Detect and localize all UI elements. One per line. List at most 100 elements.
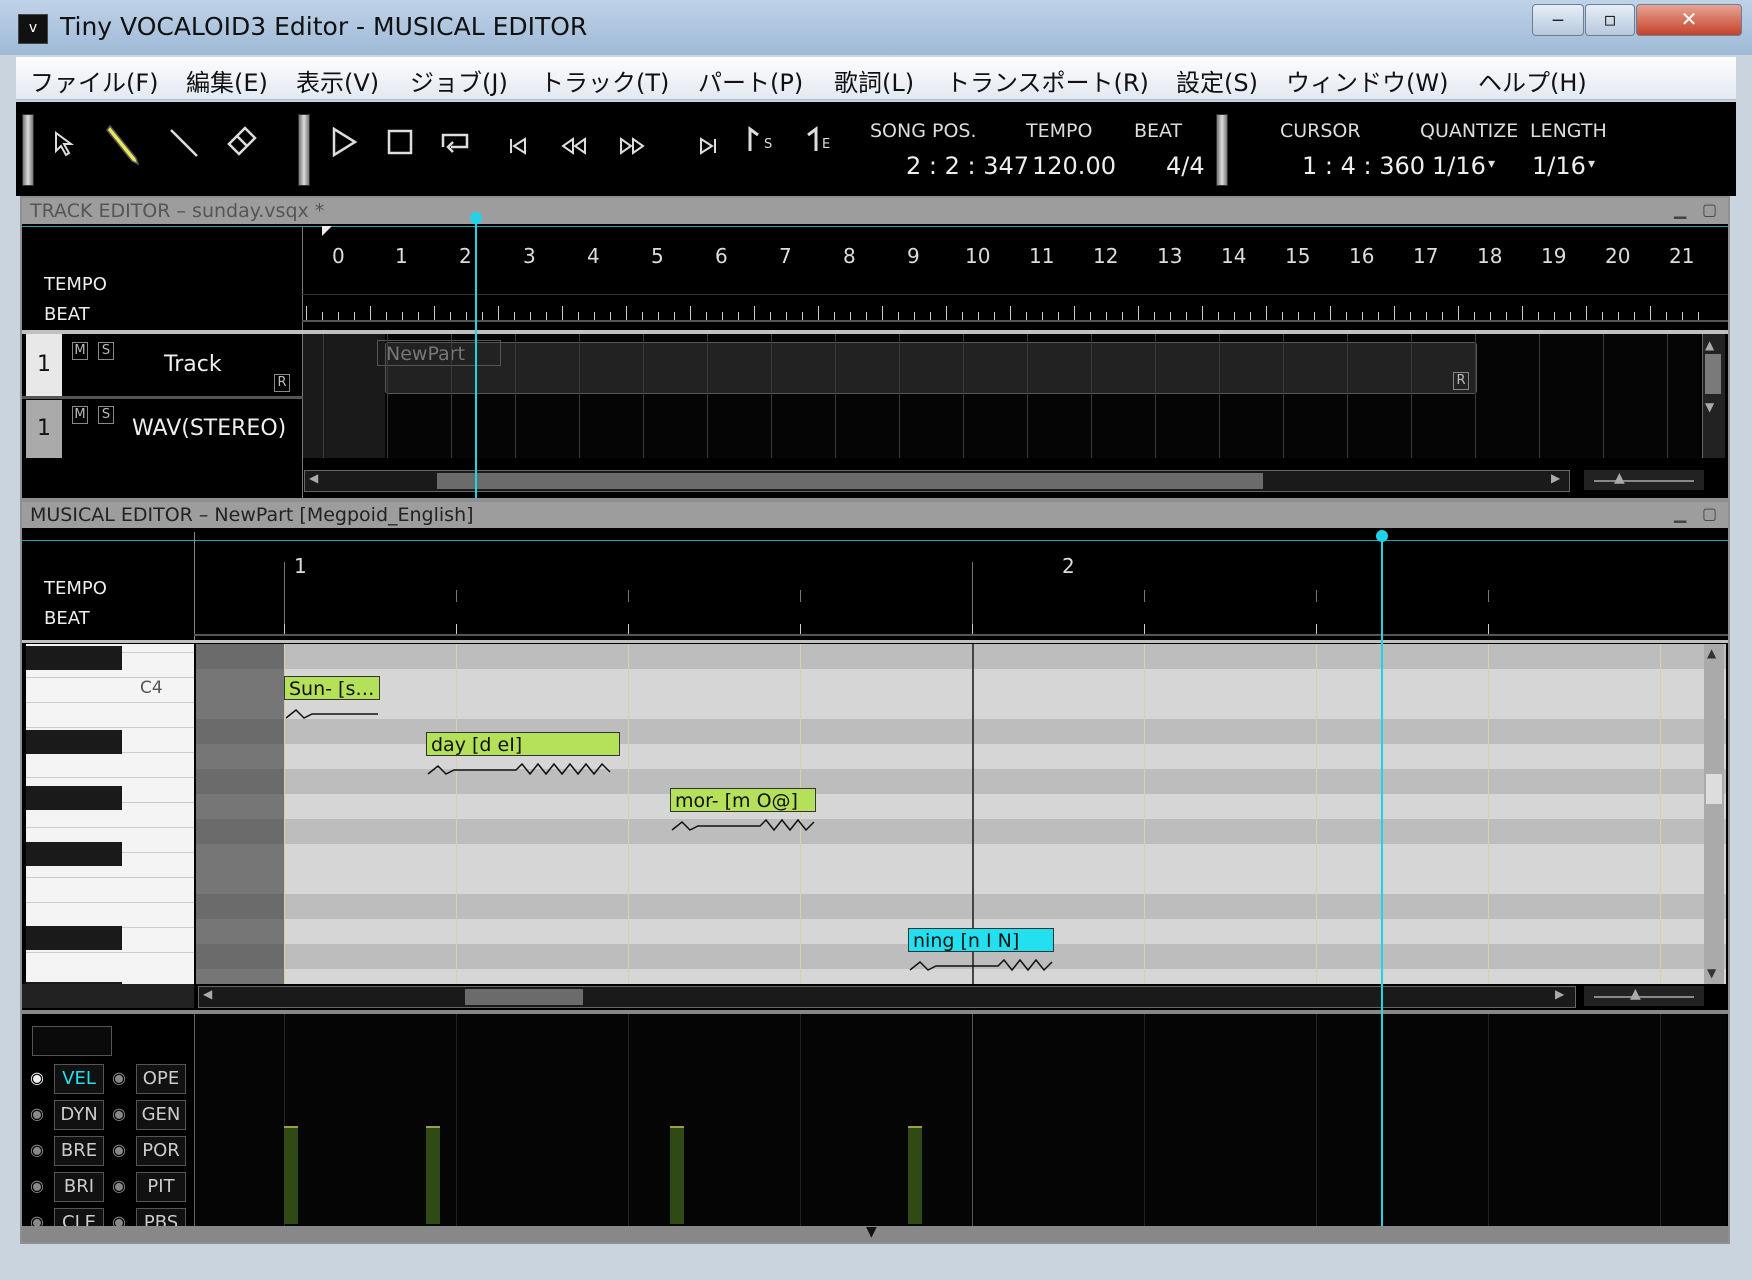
eye-ope-icon[interactable]: ◉ bbox=[112, 1068, 126, 1087]
pr-hscroll[interactable]: ◀ ▶ bbox=[198, 986, 1576, 1008]
menu-settings[interactable]: 設定(S) bbox=[1176, 63, 1258, 98]
pr-zoom-thumb-icon[interactable]: ▲ bbox=[1630, 986, 1641, 1002]
menu-file[interactable]: ファイル(F) bbox=[30, 63, 159, 98]
bre-button[interactable]: BRE bbox=[54, 1136, 104, 1166]
minimize-button[interactable]: ‒ bbox=[1532, 4, 1584, 36]
eye-bre-icon[interactable]: ◉ bbox=[30, 1140, 44, 1159]
velocity-bar-day[interactable] bbox=[426, 1126, 440, 1224]
scroll-down-icon[interactable]: ▼ bbox=[1705, 400, 1714, 414]
rec-button[interactable]: R bbox=[274, 374, 290, 392]
pr-vscroll[interactable]: ▲ ▼ bbox=[1704, 644, 1724, 984]
quantize-select[interactable]: 1/16 bbox=[1432, 152, 1486, 180]
menu-lyrics[interactable]: 歌詞(L) bbox=[834, 63, 914, 98]
scroll-thumb[interactable] bbox=[1705, 354, 1721, 394]
wav-track-name[interactable]: WAV(STEREO) bbox=[132, 416, 286, 441]
scroll-right-icon[interactable]: ▶ bbox=[1551, 471, 1560, 485]
zoom-thumb-icon[interactable]: ▲ bbox=[1614, 470, 1625, 486]
pencil-icon[interactable] bbox=[104, 122, 144, 166]
wav-solo-button[interactable]: S bbox=[98, 406, 114, 424]
track-timeline[interactable]: NewPart R bbox=[303, 334, 1699, 458]
hscroll-thumb[interactable] bbox=[437, 473, 1263, 489]
eye-pit-icon[interactable]: ◉ bbox=[112, 1176, 126, 1195]
me-playhead[interactable] bbox=[1381, 536, 1383, 1226]
track-number[interactable]: 1 bbox=[26, 334, 62, 396]
note-ning[interactable]: ning [n I N] bbox=[908, 928, 1054, 952]
expand-down-icon[interactable]: ▼ bbox=[866, 1224, 877, 1240]
mute-button[interactable]: M bbox=[72, 342, 88, 360]
eye-dyn-icon[interactable]: ◉ bbox=[30, 1104, 44, 1123]
line-icon[interactable] bbox=[164, 126, 204, 170]
length-select[interactable]: 1/16 bbox=[1532, 152, 1586, 180]
part-name[interactable]: NewPart bbox=[377, 340, 501, 366]
go-end-icon[interactable] bbox=[688, 128, 728, 172]
pr-hscroll-thumb[interactable] bbox=[465, 989, 583, 1005]
menu-window[interactable]: ウィンドウ(W) bbox=[1286, 63, 1448, 98]
close-button[interactable]: ✕ bbox=[1636, 4, 1742, 36]
pr-scroll-up-icon[interactable]: ▲ bbox=[1707, 646, 1716, 660]
menu-edit[interactable]: 編集(E) bbox=[186, 63, 268, 98]
pr-zoom-slider[interactable]: ▲ bbox=[1584, 986, 1704, 1006]
bri-button[interactable]: BRI bbox=[54, 1172, 104, 1202]
track-name[interactable]: Track bbox=[164, 352, 222, 377]
note-sun[interactable]: Sun- [s… bbox=[284, 676, 380, 700]
pr-vscroll-thumb[interactable] bbox=[1706, 774, 1722, 804]
zoom-slider[interactable]: ▲ bbox=[1584, 470, 1704, 490]
fast-forward-icon[interactable] bbox=[612, 128, 652, 172]
pr-scroll-down-icon[interactable]: ▼ bbox=[1707, 966, 1716, 980]
velocity-bar-sun[interactable] bbox=[284, 1126, 298, 1224]
eye-bri-icon[interactable]: ◉ bbox=[30, 1176, 44, 1195]
pr-scroll-right-icon[interactable]: ▶ bbox=[1555, 987, 1564, 1001]
menu-track[interactable]: トラック(T) bbox=[540, 63, 669, 98]
bottom-splitter[interactable]: ▼ bbox=[22, 1224, 1728, 1242]
track-playhead-handle[interactable] bbox=[470, 212, 482, 224]
note-day[interactable]: day [d eI] bbox=[426, 732, 620, 756]
rewind-icon[interactable] bbox=[554, 128, 594, 172]
menu-part[interactable]: パート(P) bbox=[698, 63, 803, 98]
eraser-icon[interactable] bbox=[222, 124, 262, 168]
note-mor[interactable]: mor- [m O@] bbox=[670, 788, 816, 812]
eye-vel-icon[interactable]: ◉ bbox=[30, 1068, 44, 1087]
toolbar-grip[interactable] bbox=[22, 114, 34, 186]
por-button[interactable]: POR bbox=[136, 1136, 186, 1166]
quantize-chevron-down-icon[interactable]: ▾ bbox=[1488, 156, 1495, 172]
stop-icon[interactable] bbox=[380, 126, 420, 170]
black-key[interactable] bbox=[26, 842, 122, 866]
menu-transport[interactable]: トランスポート(R) bbox=[946, 63, 1149, 98]
length-chevron-down-icon[interactable]: ▾ bbox=[1588, 156, 1595, 172]
maximize-panel-icon[interactable]: ▢ bbox=[1702, 200, 1717, 219]
black-key[interactable] bbox=[26, 646, 122, 670]
track-vscroll[interactable]: ▲ ▼ bbox=[1702, 334, 1725, 458]
eye-por-icon[interactable]: ◉ bbox=[112, 1140, 126, 1159]
pit-button[interactable]: PIT bbox=[136, 1172, 186, 1202]
black-key[interactable] bbox=[26, 730, 122, 754]
black-key[interactable] bbox=[26, 786, 122, 810]
part-block[interactable] bbox=[385, 342, 1477, 394]
black-key[interactable] bbox=[26, 926, 122, 950]
start-marker-icon[interactable]: S bbox=[736, 124, 776, 168]
arrow-icon[interactable] bbox=[46, 126, 86, 170]
scroll-up-icon[interactable]: ▲ bbox=[1705, 338, 1714, 352]
solo-button[interactable]: S bbox=[98, 342, 114, 360]
go-start-icon[interactable] bbox=[498, 128, 538, 172]
me-minimize-icon[interactable]: ▁ bbox=[1674, 504, 1686, 523]
minimize-panel-icon[interactable]: ▁ bbox=[1674, 200, 1686, 219]
pr-scroll-left-icon[interactable]: ◀ bbox=[203, 987, 212, 1001]
vel-button[interactable]: VEL bbox=[54, 1064, 104, 1094]
menu-job[interactable]: ジョブ(J) bbox=[410, 63, 508, 98]
wav-mute-button[interactable]: M bbox=[72, 406, 88, 424]
wav-track-number[interactable]: 1 bbox=[26, 400, 62, 458]
scroll-left-icon[interactable]: ◀ bbox=[309, 471, 318, 485]
play-icon[interactable] bbox=[324, 126, 364, 170]
ope-button[interactable]: OPE bbox=[136, 1064, 186, 1094]
track-playhead[interactable] bbox=[475, 218, 477, 498]
menu-help[interactable]: ヘルプ(H) bbox=[1478, 63, 1587, 98]
me-splitter[interactable] bbox=[22, 640, 1728, 643]
velocity-bar-mor[interactable] bbox=[670, 1126, 684, 1224]
menu-view[interactable]: 表示(V) bbox=[296, 63, 379, 98]
loop-icon[interactable] bbox=[436, 126, 476, 170]
dyn-button[interactable]: DYN bbox=[54, 1100, 104, 1130]
maximize-button[interactable]: ▫ bbox=[1585, 4, 1635, 36]
eye-gen-icon[interactable]: ◉ bbox=[112, 1104, 126, 1123]
toolbar-grip-2[interactable] bbox=[298, 114, 310, 186]
me-playhead-handle[interactable] bbox=[1376, 530, 1388, 542]
